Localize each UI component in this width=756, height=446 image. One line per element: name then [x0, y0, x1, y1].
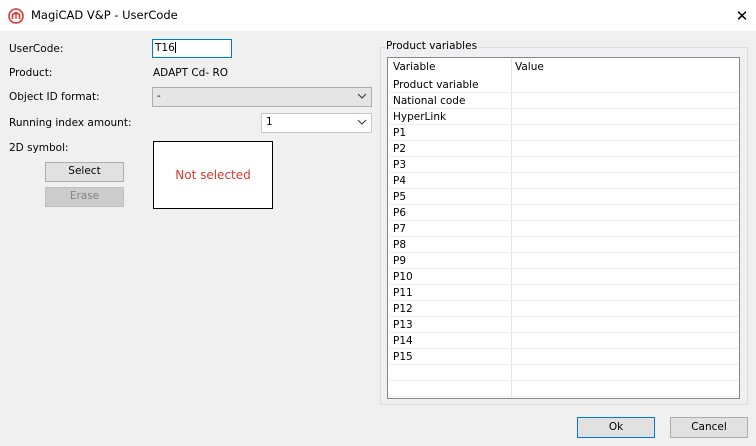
symbol-placeholder-text: Not selected — [175, 168, 251, 182]
table-row[interactable]: P2 — [388, 141, 739, 157]
running-index-select[interactable]: 1 — [261, 113, 372, 133]
product-value: ADAPT Cd- RO — [153, 67, 229, 79]
symbol-preview: Not selected — [153, 141, 273, 209]
running-index-label: Running index amount: — [9, 117, 132, 129]
object-id-format-value: - — [157, 90, 161, 102]
magicad-logo-icon — [8, 8, 24, 24]
variable-cell: P4 — [393, 175, 407, 187]
variable-cell: P9 — [393, 255, 407, 267]
variable-cell: P1 — [393, 127, 407, 139]
usercode-label: UserCode: — [9, 43, 64, 55]
column-header-value[interactable]: Value — [515, 61, 544, 73]
close-button[interactable]: ✕ — [728, 0, 756, 31]
table-row[interactable]: Product variable — [388, 77, 739, 93]
column-header-variable[interactable]: Variable — [393, 61, 436, 73]
variable-cell: P5 — [393, 191, 407, 203]
variable-cell: Product variable — [393, 79, 479, 91]
table-row[interactable]: P9 — [388, 253, 739, 269]
table-row[interactable]: P12 — [388, 301, 739, 317]
table-row[interactable]: P4 — [388, 173, 739, 189]
cancel-button[interactable]: Cancel — [670, 417, 748, 438]
variable-cell: P6 — [393, 207, 407, 219]
product-variables-grid[interactable]: Variable Value Product variable National… — [387, 57, 740, 399]
grid-header: Variable Value — [388, 61, 739, 77]
window-title: MagiCAD V&P - UserCode — [31, 8, 178, 22]
variable-cell: P2 — [393, 143, 407, 155]
variable-cell: P12 — [393, 303, 413, 315]
ok-button[interactable]: Ok — [577, 417, 655, 438]
table-row[interactable] — [388, 381, 739, 397]
variable-cell: P8 — [393, 239, 407, 251]
table-row[interactable]: P8 — [388, 237, 739, 253]
table-row[interactable]: P10 — [388, 269, 739, 285]
table-row[interactable]: National code — [388, 93, 739, 109]
table-row[interactable]: P6 — [388, 205, 739, 221]
usercode-input[interactable]: T16 — [152, 39, 232, 58]
symbol-label: 2D symbol: — [9, 142, 69, 154]
table-row[interactable]: P14 — [388, 333, 739, 349]
variable-cell: P3 — [393, 159, 407, 171]
table-row[interactable] — [388, 365, 739, 381]
table-row[interactable]: HyperLink — [388, 109, 739, 125]
table-row[interactable]: P3 — [388, 157, 739, 173]
table-row[interactable]: P15 — [388, 349, 739, 365]
close-icon: ✕ — [735, 6, 749, 25]
title-bar: MagiCAD V&P - UserCode ✕ — [0, 0, 756, 31]
table-row[interactable]: P11 — [388, 285, 739, 301]
usercode-value: T16 — [155, 42, 175, 54]
variable-cell: P10 — [393, 271, 413, 283]
chevron-down-icon — [357, 93, 367, 99]
table-row[interactable]: P7 — [388, 221, 739, 237]
text-caret — [174, 42, 176, 53]
variable-cell: National code — [393, 95, 466, 107]
grid-rows: Product variable National code HyperLink… — [388, 77, 739, 397]
product-label: Product: — [9, 67, 53, 79]
variable-cell: P11 — [393, 287, 413, 299]
select-button[interactable]: Select — [45, 162, 124, 182]
variable-cell: P14 — [393, 335, 413, 347]
running-index-value: 1 — [266, 116, 273, 128]
table-row[interactable]: P13 — [388, 317, 739, 333]
object-id-format-select[interactable]: - — [152, 87, 372, 107]
chevron-down-icon — [357, 119, 367, 125]
table-row[interactable]: P1 — [388, 125, 739, 141]
product-variables-title: Product variables — [385, 40, 479, 52]
table-row[interactable]: P5 — [388, 189, 739, 205]
variable-cell: P7 — [393, 223, 407, 235]
object-id-format-label: Object ID format: — [9, 91, 100, 103]
variable-cell: HyperLink — [393, 111, 447, 123]
variable-cell: P13 — [393, 319, 413, 331]
erase-button[interactable]: Erase — [45, 187, 124, 207]
variable-cell: P15 — [393, 351, 413, 363]
